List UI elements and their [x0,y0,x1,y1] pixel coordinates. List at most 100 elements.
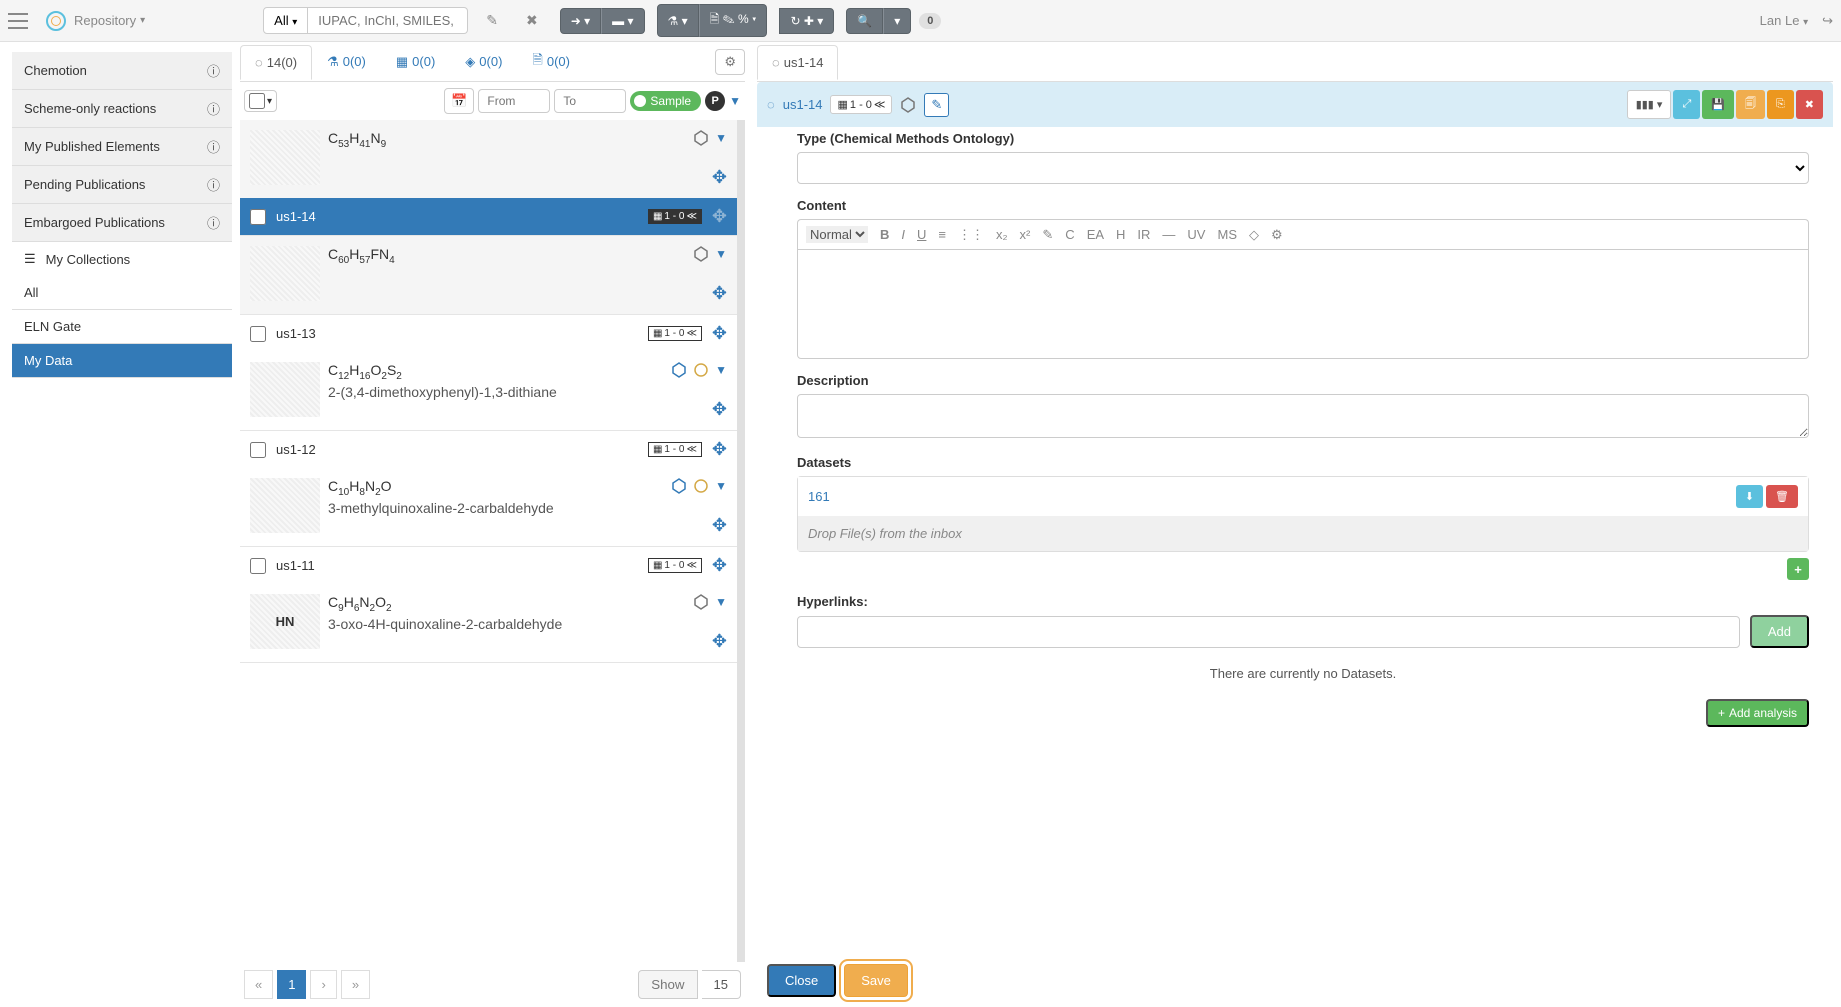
sample-filter-pill[interactable]: Sample [630,91,701,111]
page-first[interactable]: « [244,970,273,999]
tab-settings-icon[interactable]: ⚙ [715,49,745,75]
italic-button[interactable]: I [901,227,905,242]
description-textarea[interactable] [797,394,1809,438]
clear-icon[interactable]: ✖ [516,6,548,35]
c-button[interactable]: C [1065,227,1074,242]
flask-button[interactable]: ⚗ ▾ [657,4,699,37]
copy-button[interactable]: 🗐 [1736,90,1765,119]
tab-screens[interactable]: ◈0(0) [450,44,517,80]
structure-editor-button[interactable]: ✎ [924,93,949,117]
detail-tab[interactable]: ◌us1-14 [757,45,838,80]
delete-dataset-button[interactable]: 🗑 [1766,485,1798,508]
tab-samples[interactable]: ◌14(0) [240,45,312,80]
refresh-button[interactable]: ↻ ✚ ▾ [779,8,834,34]
move-icon[interactable]: ✥ [712,167,727,188]
settings-icon[interactable]: ⚙ [1271,227,1283,243]
ms-button[interactable]: MS [1217,227,1237,242]
search-scope-dropdown[interactable]: All ▾ [263,7,308,34]
ea-button[interactable]: EA [1087,227,1104,242]
tab-wellplates[interactable]: ▦0(0) [381,44,450,80]
collection-eln-gate[interactable]: ELN Gate [12,310,232,344]
sample-list-scroll[interactable]: C53H41N9 ▼ ✥ us1-14 ▦ 1 - 0 ≪ ✥ [240,120,745,962]
move-icon[interactable]: ✥ [712,283,727,304]
export-button[interactable]: ➜ ▾ [560,8,601,34]
select-all-checkbox[interactable] [249,93,265,109]
logout-icon[interactable]: ↪ [1822,13,1833,29]
collection-all[interactable]: All [12,276,232,310]
page-last[interactable]: » [341,970,370,999]
dataset-dropzone[interactable]: Drop File(s) from the inbox [798,516,1808,551]
sample-row-header[interactable]: us1-13 ▦ 1 - 0 ≪ ✥ [240,315,737,352]
sample-checkbox[interactable] [250,326,266,342]
page-current[interactable]: 1 [277,970,306,999]
close-button[interactable]: Close [767,964,836,997]
tab-research[interactable]: 🗎0(0) [517,41,585,83]
show-button[interactable]: Show [638,970,697,999]
save-action-button[interactable]: 💾 [1702,90,1734,119]
import-button[interactable]: ▬ ▾ [601,8,644,34]
sidebar-item-pending[interactable]: Pending Publicationsⓘ [12,166,232,204]
sample-row-header[interactable]: us1-12 ▦ 1 - 0 ≪ ✥ [240,431,737,468]
detail-badge[interactable]: ▦ 1 - 0 ≪ [830,95,892,114]
download-dataset-button[interactable]: ⬇ [1736,485,1763,508]
date-to-input[interactable] [554,89,626,113]
ordered-list-button[interactable]: ≡ [938,227,946,242]
type-select[interactable] [797,152,1809,184]
content-editor[interactable] [797,249,1809,359]
product-badge[interactable]: P [705,91,725,111]
underline-button[interactable]: U [917,227,926,242]
uv-button[interactable]: UV [1187,227,1205,242]
calendar-icon[interactable]: 📅 [444,88,474,114]
move-icon[interactable]: ✥ [712,439,727,460]
sample-checkbox[interactable] [250,209,266,225]
select-all-dropdown[interactable]: ▾ [244,90,277,112]
my-collections-header[interactable]: ☰My Collections [12,242,232,276]
add-analysis-button[interactable]: + Add analysis [1706,699,1809,727]
chevron-down-icon[interactable]: ▼ [729,94,741,108]
dash-button[interactable]: — [1162,227,1175,242]
script-button[interactable]: ✎ [1042,227,1053,243]
move-icon[interactable]: ✥ [712,631,727,652]
hyperlink-input[interactable] [797,616,1740,648]
more-format-dropdown[interactable]: ◇ [1249,227,1259,243]
sample-row-header[interactable]: us1-14 ▦ 1 - 0 ≪ ✥ [240,198,737,235]
menu-toggle-icon[interactable] [8,13,28,29]
move-icon[interactable]: ✥ [712,206,727,227]
chevron-down-icon[interactable]: ▼ [715,363,727,377]
sidebar-item-published[interactable]: My Published Elementsⓘ [12,128,232,166]
h-button[interactable]: H [1116,227,1125,242]
move-icon[interactable]: ✥ [712,323,727,344]
save-button[interactable]: Save [844,964,908,997]
superscript-button[interactable]: x² [1020,227,1031,242]
chevron-down-icon[interactable]: ▼ [715,595,727,609]
bold-button[interactable]: B [880,227,889,242]
dataset-link[interactable]: 161 [808,489,830,504]
search-input[interactable] [308,7,468,34]
user-menu[interactable]: Lan Le ▾ [1760,13,1808,28]
ir-button[interactable]: IR [1137,227,1150,242]
fullscreen-button[interactable]: ⤢ [1673,90,1700,119]
sidebar-item-scheme[interactable]: Scheme-only reactionsⓘ [12,90,232,128]
close-detail-button[interactable]: ✖ [1796,90,1823,119]
move-icon[interactable]: ✥ [712,515,727,536]
page-next[interactable]: › [310,970,336,999]
chevron-down-icon[interactable]: ▼ [715,479,727,493]
detail-body[interactable]: Type (Chemical Methods Ontology) Content… [757,127,1833,954]
format-select[interactable]: Normal [806,226,868,243]
subscript-button[interactable]: x₂ [996,227,1008,242]
barcode-button[interactable]: ▮▮▮ ▾ [1627,90,1672,119]
notification-badge[interactable]: 0 [919,13,941,29]
add-dataset-button[interactable]: + [1787,558,1809,580]
collection-my-data[interactable]: My Data [12,344,232,378]
sample-checkbox[interactable] [250,442,266,458]
repository-dropdown[interactable]: Repository ▾ [74,13,145,28]
split-button[interactable]: ⎘ [1767,90,1794,119]
move-icon[interactable]: ✥ [712,399,727,420]
sidebar-item-chemotion[interactable]: Chemotionⓘ [12,52,232,90]
sample-checkbox[interactable] [250,558,266,574]
edit-icon[interactable]: ✎ [476,6,508,35]
date-from-input[interactable] [478,89,550,113]
add-hyperlink-button[interactable]: Add [1750,615,1809,648]
chevron-down-icon[interactable]: ▼ [715,131,727,145]
sample-row-header[interactable]: us1-11 ▦ 1 - 0 ≪ ✥ [240,547,737,584]
